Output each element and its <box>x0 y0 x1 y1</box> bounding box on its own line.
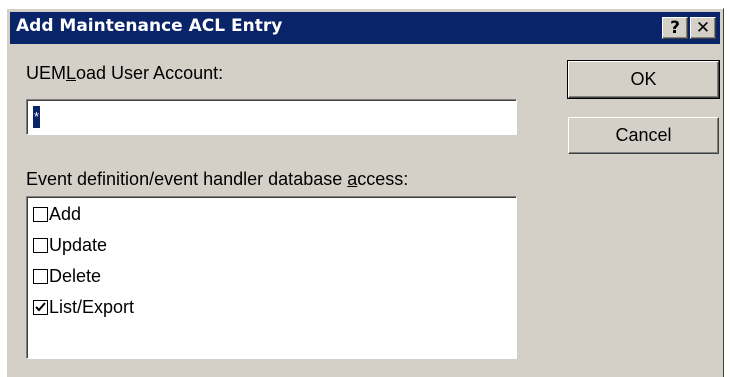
list-item-label: Add <box>49 203 82 224</box>
cancel-button[interactable]: Cancel <box>568 117 719 154</box>
access-list[interactable]: Add Update Delete List/Export <box>26 196 517 359</box>
list-item-delete[interactable]: Delete <box>33 265 101 287</box>
ok-button[interactable]: OK <box>567 60 720 99</box>
user-account-label: UEMLoad User Account: <box>26 63 223 84</box>
close-button[interactable]: ✕ <box>690 17 716 39</box>
user-account-input[interactable]: * <box>26 99 517 135</box>
help-button[interactable]: ? <box>662 17 688 39</box>
checkbox[interactable] <box>33 299 48 315</box>
title-bar: Add Maintenance ACL Entry ? ✕ <box>10 12 720 44</box>
user-account-value: * <box>33 106 41 128</box>
dialog-window: Add Maintenance ACL Entry ? ✕ UEMLoad Us… <box>6 8 724 377</box>
list-item-label: Delete <box>49 265 102 286</box>
checkbox[interactable] <box>33 268 48 284</box>
list-item-update[interactable]: Update <box>33 234 107 256</box>
checkbox[interactable] <box>33 206 48 222</box>
list-item-add[interactable]: Add <box>33 203 81 225</box>
user-account-label-mnemonic: L <box>66 63 77 83</box>
checkbox[interactable] <box>33 237 48 253</box>
database-access-label-part: ccess: <box>357 169 409 189</box>
help-icon: ? <box>670 18 680 38</box>
list-item-list-export[interactable]: List/Export <box>33 296 134 318</box>
user-account-label-part: UEM <box>26 63 66 83</box>
database-access-label: Event definition/event handler database … <box>26 169 408 190</box>
list-item-label: List/Export <box>49 296 135 317</box>
window-title: Add Maintenance ACL Entry <box>16 16 283 36</box>
list-item-label: Update <box>49 234 108 255</box>
check-icon <box>35 301 46 311</box>
database-access-label-mnemonic: a <box>347 169 358 189</box>
database-access-label-part: Event definition/event handler database <box>26 169 348 189</box>
user-account-label-part: oad User Account: <box>76 63 224 83</box>
close-icon: ✕ <box>695 18 711 38</box>
